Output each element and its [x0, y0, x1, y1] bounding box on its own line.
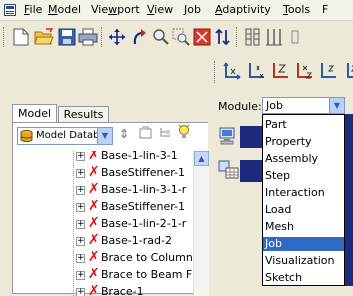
tree-item-label: Base-1-lin-3-1-r	[101, 183, 187, 196]
chevron-down-icon[interactable]: ▼	[329, 98, 344, 113]
job-manager-toolbar-icon[interactable]	[240, 126, 262, 148]
view-front-icon[interactable]	[222, 60, 244, 82]
model-tree-panel: Model Datab ▼ ⇕ + ✗ Base-1-lin-3-1 + ✗ B…	[12, 122, 209, 296]
chevron-down-icon[interactable]: ▼	[97, 128, 112, 144]
module-option-assembly[interactable]: Assembly	[263, 152, 344, 166]
module-option-mesh[interactable]: Mesh	[263, 220, 344, 234]
tree-item-label: Brace to Column	[101, 251, 193, 264]
error-x-icon: ✗	[88, 151, 100, 163]
module-label: Module:	[218, 100, 262, 113]
save-icon[interactable]	[56, 26, 78, 48]
view-iso-icon[interactable]	[340, 60, 353, 82]
error-x-icon: ✗	[88, 232, 100, 248]
new-file-icon[interactable]	[10, 26, 32, 48]
module-option-sketch[interactable]: Sketch	[263, 271, 344, 285]
tree-item-label: Base-1-lin-3-1	[101, 151, 178, 162]
module-option-load[interactable]: Load	[263, 203, 344, 217]
module-option-step[interactable]: Step	[263, 169, 344, 183]
menu-file[interactable]: File	[24, 3, 42, 16]
error-x-icon: ✗	[88, 164, 100, 180]
toolbar-grip[interactable]	[101, 27, 104, 47]
tree-item-label: BaseStiffener-1	[101, 166, 186, 179]
error-x-icon: ✗	[88, 249, 100, 265]
model-tree: + ✗ Base-1-lin-3-1 + ✗ BaseStiffener-1 +…	[13, 151, 193, 296]
grid-table-icon[interactable]	[218, 160, 240, 183]
module-option-job[interactable]: Job	[263, 237, 344, 251]
expand-plus-icon[interactable]: +	[76, 220, 85, 229]
tree-item-label: Brace to Beam F	[101, 268, 193, 281]
expand-plus-icon[interactable]: +	[76, 169, 85, 178]
tree-item-label: Brace-1	[101, 285, 144, 296]
database-selector-value: Model Datab	[36, 130, 100, 141]
error-x-icon: ✗	[88, 181, 100, 197]
tab-model[interactable]: Model	[12, 104, 57, 123]
tree-guide-line	[73, 151, 74, 296]
expand-collapse-icon[interactable]: ⇕	[119, 127, 129, 141]
toolbar-overflow-icon[interactable]	[284, 26, 306, 48]
box-zoom-icon[interactable]	[170, 26, 192, 48]
menu-bar: File Model Viewport View Job Adaptivity …	[0, 0, 353, 21]
module-selector[interactable]: Job ▼	[262, 97, 345, 114]
layout-grid-icon[interactable]	[242, 26, 264, 48]
expand-plus-icon[interactable]: +	[76, 288, 85, 296]
print-icon[interactable]	[77, 26, 99, 48]
job-manager-icon[interactable]	[218, 126, 238, 149]
menu-truncated[interactable]: F	[322, 3, 328, 16]
error-x-icon: ✗	[88, 198, 100, 214]
module-option-part[interactable]: Part	[263, 118, 344, 132]
menu-tools[interactable]: Tools	[283, 3, 310, 16]
scroll-up-arrow-icon[interactable]: ▲	[194, 151, 209, 166]
expand-plus-icon[interactable]: +	[76, 254, 85, 263]
view-toolbar	[0, 53, 353, 89]
rotate-icon[interactable]	[128, 26, 150, 48]
view-left-icon[interactable]	[270, 60, 292, 82]
layout-columns-icon[interactable]	[263, 26, 285, 48]
error-x-icon: ✗	[88, 266, 100, 282]
job-tools-icon[interactable]	[240, 160, 262, 182]
toolbar-grip[interactable]	[214, 61, 217, 83]
expand-plus-icon[interactable]: +	[76, 152, 85, 161]
module-option-property[interactable]: Property	[263, 135, 344, 149]
viewport-edge	[345, 114, 353, 286]
view-top-icon[interactable]	[246, 60, 268, 82]
error-x-icon: ✗	[88, 215, 100, 231]
menu-viewport[interactable]: Viewport	[91, 3, 140, 16]
module-option-interaction[interactable]: Interaction	[263, 186, 344, 200]
main-toolbar	[0, 21, 353, 53]
expand-plus-icon[interactable]: +	[76, 186, 85, 195]
model-database-selector[interactable]: Model Datab ▼	[17, 127, 113, 145]
tree-scrollbar[interactable]: ▲	[193, 151, 209, 296]
app-window-icon[interactable]	[4, 4, 16, 16]
auto-fit-icon[interactable]	[191, 26, 213, 48]
menu-view[interactable]: View	[147, 3, 173, 16]
open-folder-icon[interactable]	[33, 26, 55, 48]
lightbulb-icon[interactable]	[178, 124, 190, 143]
menu-adaptivity[interactable]: Adaptivity	[215, 3, 271, 16]
error-x-icon: ✗	[88, 283, 100, 296]
view-right-icon[interactable]	[294, 60, 316, 82]
toolbar-grip[interactable]	[236, 27, 239, 47]
toolbar-grip[interactable]	[3, 27, 6, 47]
module-selector-value: Job	[266, 99, 283, 112]
expand-plus-icon[interactable]: +	[76, 271, 85, 280]
module-dropdown-list: Part Property Assembly Step Interaction …	[262, 114, 345, 286]
pan-icon[interactable]	[106, 26, 128, 48]
sort-arrows-icon[interactable]	[212, 26, 234, 48]
tree-hierarchy-icon[interactable]	[159, 126, 172, 142]
tree-item-label: BaseStiffener-1	[101, 200, 186, 213]
tree-item-label: Base-1-lin-2-1-r	[101, 217, 187, 230]
expand-plus-icon[interactable]: +	[76, 237, 85, 246]
tree-filter-icon[interactable]	[139, 126, 152, 142]
database-icon	[20, 130, 33, 145]
zoom-icon[interactable]	[150, 26, 172, 48]
tab-results[interactable]: Results	[58, 106, 109, 123]
view-bottom-icon[interactable]	[318, 60, 340, 82]
menu-job[interactable]: Job	[184, 3, 201, 16]
expand-plus-icon[interactable]: +	[76, 203, 85, 212]
module-option-visualization[interactable]: Visualization	[263, 254, 344, 268]
tree-item-label: Base-1-rad-2	[101, 234, 172, 247]
menu-model[interactable]: Model	[48, 3, 81, 16]
